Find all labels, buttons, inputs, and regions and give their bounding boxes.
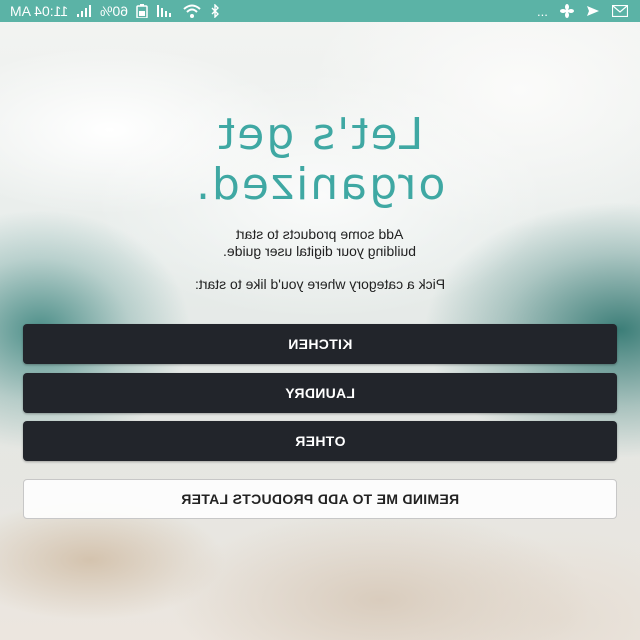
intro-text-line-2: building your digital user guide.	[223, 243, 417, 259]
other-button-label: OTHER	[294, 433, 346, 449]
status-right-group: ...	[537, 0, 628, 22]
wifi-icon	[182, 4, 202, 18]
laundry-button-label: LAUNDRY	[284, 385, 356, 401]
laundry-button[interactable]: LAUNDRY	[23, 373, 617, 413]
cell-signal-icon	[156, 5, 174, 17]
mail-icon	[612, 5, 628, 17]
signal-icon	[76, 5, 92, 17]
category-prompt: Pick a category where you'd like to star…	[194, 276, 446, 292]
page-title-line-1: Let's get	[216, 109, 424, 160]
status-left-group: 11:04 AM 60%	[10, 0, 220, 22]
page-title-line-2: organized.	[194, 159, 446, 210]
remind-later-button-label: REMIND ME TO ADD PRODUCTS LATER	[180, 491, 460, 507]
intro-text-line-1: Add some products to start	[236, 226, 404, 242]
kitchen-button-label: KITCHEN	[287, 336, 353, 352]
status-bar: 11:04 AM 60% ...	[0, 0, 640, 22]
fan-icon	[560, 4, 574, 18]
status-time: 11:04 AM	[10, 3, 69, 19]
remind-later-button[interactable]: REMIND ME TO ADD PRODUCTS LATER	[23, 479, 617, 519]
send-icon	[586, 5, 600, 17]
overflow-dots: ...	[537, 3, 548, 19]
battery-icon	[136, 4, 148, 18]
kitchen-button[interactable]: KITCHEN	[23, 324, 617, 364]
battery-percent: 60%	[100, 3, 129, 19]
bluetooth-icon	[210, 4, 220, 18]
other-button[interactable]: OTHER	[23, 421, 617, 461]
